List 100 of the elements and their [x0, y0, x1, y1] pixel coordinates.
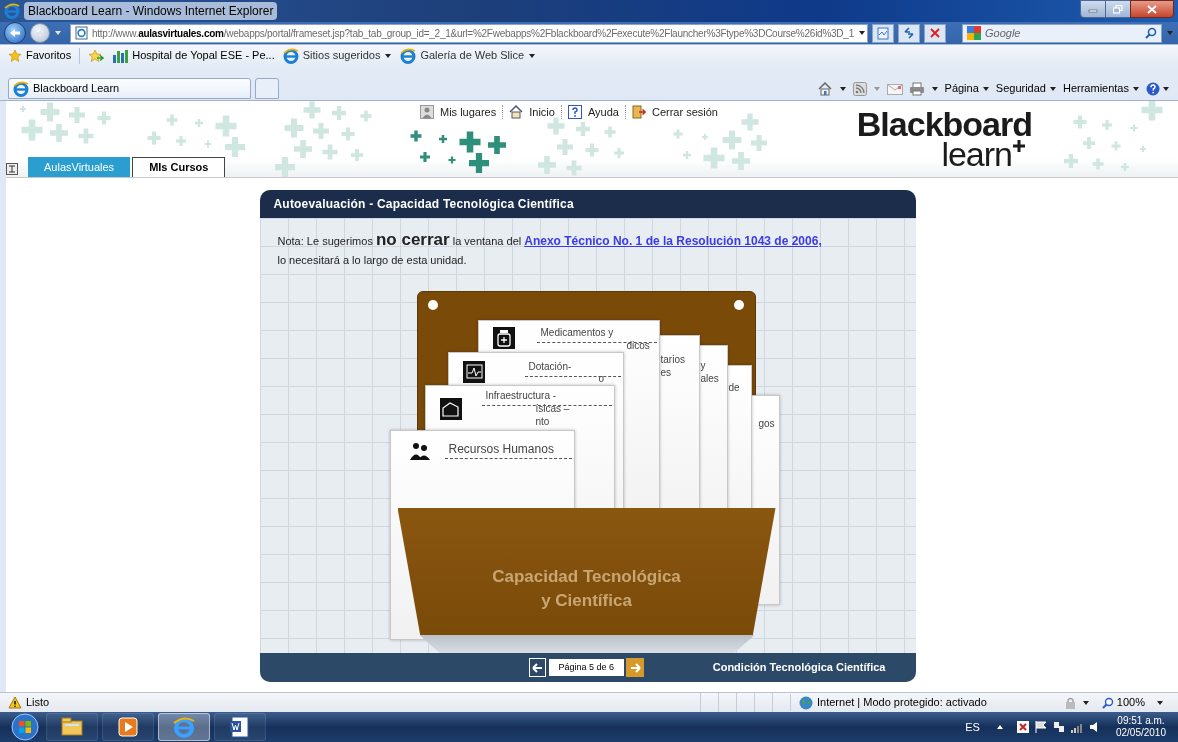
- up-caret-icon[interactable]: [995, 723, 1004, 731]
- header-link[interactable]: Mis lugares: [420, 104, 497, 121]
- card-label: tarios: [660, 354, 685, 366]
- start-orb-icon: [11, 713, 39, 741]
- dropdown-caret-icon[interactable]: [838, 84, 847, 93]
- address-field[interactable]: http://www.aulasvirtuales.com/webapps/portal/frameset.jsp?tab_tab_group_id=_2_1&url=%2Fwebapps%2Fblackboard%2Fexecute%2Flauncher%3Ftype%3DCourse%26id%3D_1: [70, 23, 868, 43]
- globe-icon: [799, 695, 813, 710]
- maximize-button[interactable]: [1106, 0, 1130, 18]
- refresh-button[interactable]: [898, 23, 920, 43]
- previous-page-button[interactable]: [528, 658, 546, 677]
- dropdown-caret-icon[interactable]: [930, 84, 939, 93]
- help-icon: [567, 105, 582, 120]
- card-label: Recursos Humanos: [448, 443, 554, 455]
- search-field[interactable]: Google: [962, 23, 1162, 43]
- back-button[interactable]: [4, 22, 26, 44]
- speaker-icon[interactable]: [1087, 721, 1100, 733]
- signal-bars-icon[interactable]: [1069, 721, 1084, 733]
- header-link[interactable]: Inicio: [509, 104, 555, 121]
- note-text: Nota: Le sugerimos no cerrar la ventana del Anexo Técnico No. 1 de la Resolución 1043 de 2006, lo necesitará a lo largo de esta unidad.: [276, 229, 823, 268]
- compatibility-view-button[interactable]: [872, 23, 894, 43]
- dropdown-caret-icon: [1162, 84, 1170, 93]
- hole-icon: [427, 300, 438, 310]
- forward-button[interactable]: [30, 23, 50, 43]
- taskbar-app[interactable]: [46, 713, 98, 741]
- page-indicator: Página 5 de 6: [548, 659, 625, 676]
- expand-icon[interactable]: [6, 163, 18, 175]
- dropdown-caret-icon: [384, 51, 393, 60]
- security-zone: Internet | Modo protegido: activado: [817, 695, 987, 711]
- panel-title: Autoevaluación - Capacidad Tecnológica Científica: [273, 196, 574, 213]
- stop-icon: [930, 28, 940, 38]
- dropdown-caret-icon: [1156, 698, 1164, 707]
- footer-title: Condición Tecnológica Científica: [712, 660, 886, 676]
- close-icon: [1147, 4, 1157, 14]
- taskbar-app[interactable]: [214, 713, 266, 741]
- zoom-button[interactable]: 100%: [1097, 694, 1178, 711]
- back-arrow-icon: [9, 28, 21, 38]
- start-button[interactable]: [8, 712, 42, 742]
- browser-icon: [282, 47, 299, 64]
- header-link[interactable]: Ayuda: [567, 104, 619, 121]
- hole-icon: [733, 300, 744, 310]
- home-icon[interactable]: [816, 81, 833, 96]
- person-icon: [420, 105, 434, 120]
- medicine-icon: [492, 327, 515, 349]
- clock-date: 02/05/2010: [1115, 727, 1166, 739]
- favorite-link[interactable]: Hospital de Yopal ESE - Pe...: [112, 47, 275, 64]
- dropdown-caret-icon: [1132, 84, 1140, 93]
- action-center-icon[interactable]: [1015, 720, 1030, 734]
- search-engine-icon: [967, 26, 981, 40]
- browser-icon: [172, 715, 196, 739]
- help-menu[interactable]: [1146, 81, 1170, 96]
- media-player-icon: [116, 715, 140, 739]
- close-button[interactable]: [1130, 0, 1174, 18]
- right-arrow-icon: [629, 662, 641, 673]
- add-favorite-icon[interactable]: [88, 48, 105, 63]
- flag-icon[interactable]: [1033, 720, 1048, 734]
- favorites-button[interactable]: Favoritos: [8, 47, 72, 64]
- printer-icon[interactable]: [908, 81, 925, 96]
- feed-icon[interactable]: [852, 81, 867, 96]
- exit-door-icon: [631, 105, 646, 120]
- course-tab[interactable]: MIs Cursos: [132, 157, 226, 177]
- restore-icon: [1113, 4, 1123, 14]
- warning-icon: [8, 696, 22, 709]
- search-icon[interactable]: [1145, 27, 1157, 39]
- card-label: Dotación-: [528, 361, 572, 373]
- building-icon: [439, 398, 462, 420]
- plus-icon: [1012, 139, 1026, 153]
- next-page-button[interactable]: [626, 658, 645, 677]
- header-link[interactable]: Cerrar sesión: [631, 104, 718, 121]
- browser-icon: [4, 3, 20, 19]
- star-icon: [8, 48, 22, 63]
- browser-icon: [13, 80, 29, 97]
- favorites-menu[interactable]: Sitios sugeridos: [282, 47, 393, 64]
- dropdown-caret-icon[interactable]: [857, 29, 866, 37]
- card-label: y: [700, 360, 706, 372]
- logo-wordmark: learn: [941, 139, 1012, 169]
- folder-icon: [60, 715, 84, 739]
- favorites-menu[interactable]: Galería de Web Slice: [400, 47, 537, 64]
- card-label: gos: [758, 418, 775, 430]
- window-title: Blackboard Learn - Windows Internet Explorer: [24, 2, 278, 20]
- command-menu[interactable]: Seguridad: [995, 80, 1057, 97]
- command-menu[interactable]: Página: [944, 80, 990, 97]
- home-icon: [509, 105, 524, 120]
- language-indicator: ES: [965, 719, 980, 735]
- clock-time: 09:51 a.m.: [1117, 715, 1165, 727]
- annex-link[interactable]: Anexo Técnico No. 1 de la Resolución 1043 de 2006,: [524, 234, 822, 248]
- status-text: Listo: [26, 695, 50, 711]
- minimize-button[interactable]: [1080, 0, 1106, 18]
- stop-button[interactable]: [924, 23, 946, 43]
- browser-icon: [400, 47, 417, 64]
- card-label: ales: [700, 373, 719, 385]
- dropdown-caret-icon: [981, 84, 990, 93]
- mail-icon[interactable]: [886, 82, 903, 95]
- command-menu[interactable]: Herramientas: [1062, 80, 1140, 97]
- card-label: de: [728, 382, 740, 394]
- taskbar-app[interactable]: [102, 713, 154, 741]
- folder-label: Capacidad Tecnológica: [492, 566, 681, 588]
- browser-tab[interactable]: Blackboard Learn: [8, 78, 251, 99]
- dropdown-caret-icon: [1048, 84, 1057, 93]
- help-icon: [1146, 81, 1160, 96]
- refresh-icon: [903, 27, 915, 39]
